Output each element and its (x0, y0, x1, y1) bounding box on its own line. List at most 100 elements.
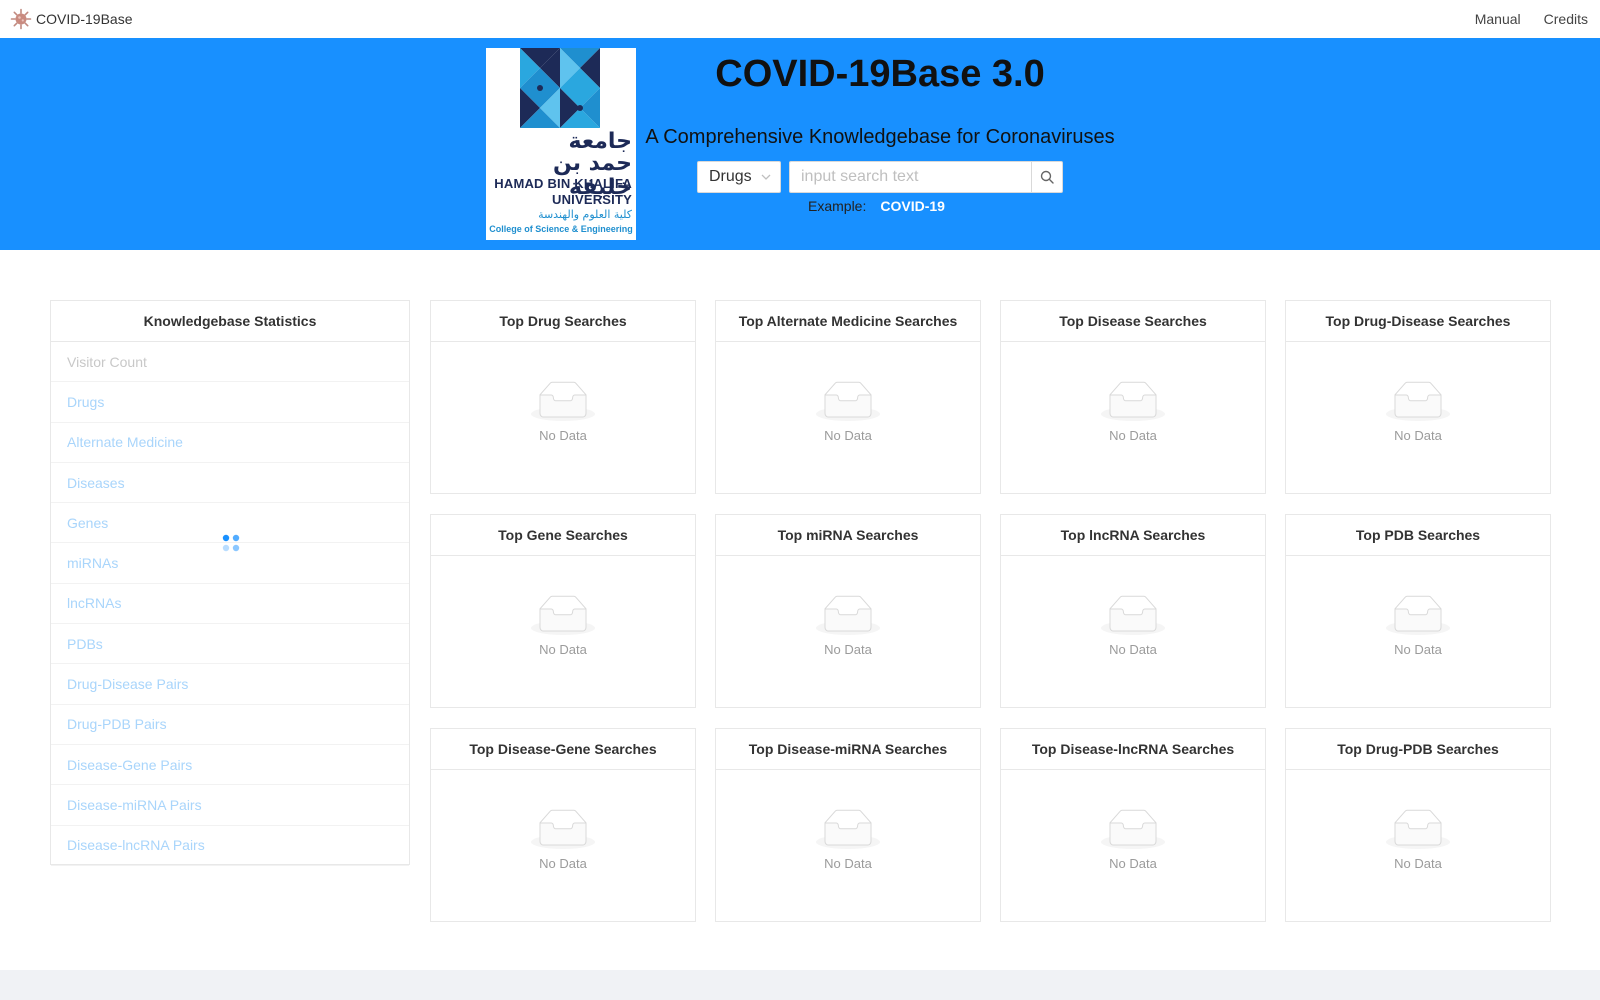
empty-text: No Data (824, 856, 872, 871)
empty-inbox-icon (1386, 381, 1450, 421)
card-top-gene-searches: Top Gene Searches No Data (430, 514, 696, 708)
hero-banner: جامعة حمد بن خليفة HAMAD BIN KHALIFA UNI… (0, 38, 1600, 250)
main-content: Knowledgebase Statistics Visitor Count D… (0, 250, 1600, 970)
logo-college-english: College of Science & Engineering (489, 224, 633, 234)
card-top-alternate-medicine-searches: Top Alternate Medicine Searches No Data (715, 300, 981, 494)
nav-links: Manual Credits (1475, 11, 1590, 27)
virus-icon (10, 8, 32, 30)
empty-text: No Data (1109, 428, 1157, 443)
card-top-disease-searches: Top Disease Searches No Data (1000, 300, 1266, 494)
empty-text: No Data (1109, 642, 1157, 657)
logo-english-line2: UNIVERSITY (551, 192, 632, 207)
empty-state: No Data (431, 809, 695, 871)
card-top-drug-disease-searches: Top Drug-Disease Searches No Data (1285, 300, 1551, 494)
example-link[interactable]: COVID-19 (880, 198, 945, 214)
stat-item-visitor-count: Visitor Count (51, 342, 409, 383)
empty-text: No Data (824, 642, 872, 657)
logo-english-line1: HAMAD BIN KHALIFA (494, 176, 632, 191)
empty-text: No Data (539, 856, 587, 871)
card-top-pdb-searches: Top PDB Searches No Data (1285, 514, 1551, 708)
empty-text: No Data (1394, 642, 1442, 657)
page-subtitle: A Comprehensive Knowledgebase for Corona… (645, 126, 1115, 148)
card-top-disease-lncrna-searches: Top Disease-lncRNA Searches No Data (1000, 728, 1266, 922)
card-top-lncrna-searches: Top lncRNA Searches No Data (1000, 514, 1266, 708)
chevron-down-icon (761, 174, 771, 180)
card-top-mirna-searches: Top miRNA Searches No Data (715, 514, 981, 708)
stat-item-drug-pdb-pairs[interactable]: Drug-PDB Pairs (51, 705, 409, 745)
select-value: Drugs (709, 168, 752, 185)
search-input[interactable] (789, 161, 1031, 193)
empty-inbox-icon (816, 595, 880, 635)
empty-inbox-icon (1386, 809, 1450, 849)
search-icon (1040, 170, 1054, 184)
logo-mark-icon (520, 48, 600, 128)
stat-item-disease-lncrna-pairs[interactable]: Disease-lncRNA Pairs (51, 826, 409, 866)
stat-item-diseases[interactable]: Diseases (51, 463, 409, 504)
empty-text: No Data (1394, 428, 1442, 443)
stat-item-alternate-medicine[interactable]: Alternate Medicine (51, 423, 409, 463)
logo-college-arabic: كلية العلوم والهندسة (538, 208, 632, 221)
card-title: Top Disease Searches (1001, 301, 1265, 342)
card-title: Top Gene Searches (431, 515, 695, 556)
card-title: Top Drug-Disease Searches (1286, 301, 1550, 342)
empty-inbox-icon (531, 381, 595, 421)
empty-inbox-icon (1101, 809, 1165, 849)
card-title: Top Drug-PDB Searches (1286, 729, 1550, 770)
card-title: Top Disease-miRNA Searches (716, 729, 980, 770)
loading-spinner-icon (222, 534, 240, 552)
empty-state: No Data (1001, 809, 1265, 871)
card-top-drug-searches: Top Drug Searches No Data (430, 300, 696, 494)
stat-item-drugs[interactable]: Drugs (51, 382, 409, 423)
footer (0, 970, 1600, 1000)
stats-card: Knowledgebase Statistics Visitor Count D… (50, 300, 410, 866)
empty-state: No Data (1286, 381, 1550, 443)
search-category-select[interactable]: Drugs (697, 161, 781, 193)
empty-inbox-icon (531, 595, 595, 635)
empty-inbox-icon (531, 809, 595, 849)
top-nav: COVID-19Base Manual Credits (0, 0, 1600, 38)
card-top-drug-pdb-searches: Top Drug-PDB Searches No Data (1285, 728, 1551, 922)
card-title: Top Disease-lncRNA Searches (1001, 729, 1265, 770)
example-row: Example: COVID-19 (808, 198, 945, 214)
card-title: Top miRNA Searches (716, 515, 980, 556)
stats-card-title: Knowledgebase Statistics (51, 301, 409, 342)
empty-state: No Data (716, 381, 980, 443)
empty-state: No Data (1286, 809, 1550, 871)
nav-credits-link[interactable]: Credits (1544, 11, 1588, 27)
empty-inbox-icon (816, 809, 880, 849)
card-title: Top Alternate Medicine Searches (716, 301, 980, 342)
empty-inbox-icon (1101, 381, 1165, 421)
empty-text: No Data (824, 428, 872, 443)
example-label: Example: (808, 198, 867, 214)
stat-item-lncrnas[interactable]: lncRNAs (51, 584, 409, 625)
search-button[interactable] (1031, 161, 1063, 193)
empty-text: No Data (539, 428, 587, 443)
stat-item-disease-mirna-pairs[interactable]: Disease-miRNA Pairs (51, 785, 409, 826)
empty-text: No Data (539, 642, 587, 657)
empty-state: No Data (716, 595, 980, 657)
brand-name: COVID-19Base (36, 11, 133, 27)
stat-item-drug-disease-pairs[interactable]: Drug-Disease Pairs (51, 664, 409, 705)
stat-item-pdbs[interactable]: PDBs (51, 624, 409, 665)
card-top-disease-mirna-searches: Top Disease-miRNA Searches No Data (715, 728, 981, 922)
empty-state: No Data (1286, 595, 1550, 657)
empty-state: No Data (1001, 381, 1265, 443)
empty-state: No Data (716, 809, 980, 871)
university-logo: جامعة حمد بن خليفة HAMAD BIN KHALIFA UNI… (486, 48, 636, 240)
card-top-disease-gene-searches: Top Disease-Gene Searches No Data (430, 728, 696, 922)
card-title: Top PDB Searches (1286, 515, 1550, 556)
card-title: Top Disease-Gene Searches (431, 729, 695, 770)
empty-text: No Data (1394, 856, 1442, 871)
empty-inbox-icon (1101, 595, 1165, 635)
page-title: COVID-19Base 3.0 (715, 53, 1045, 95)
nav-manual-link[interactable]: Manual (1475, 11, 1521, 27)
empty-state: No Data (1001, 595, 1265, 657)
stat-item-disease-gene-pairs[interactable]: Disease-Gene Pairs (51, 745, 409, 786)
empty-text: No Data (1109, 856, 1157, 871)
search-bar: Drugs (697, 161, 1063, 193)
empty-state: No Data (431, 381, 695, 443)
brand[interactable]: COVID-19Base (10, 8, 132, 30)
card-title: Top Drug Searches (431, 301, 695, 342)
search-box (789, 161, 1063, 193)
empty-inbox-icon (816, 381, 880, 421)
